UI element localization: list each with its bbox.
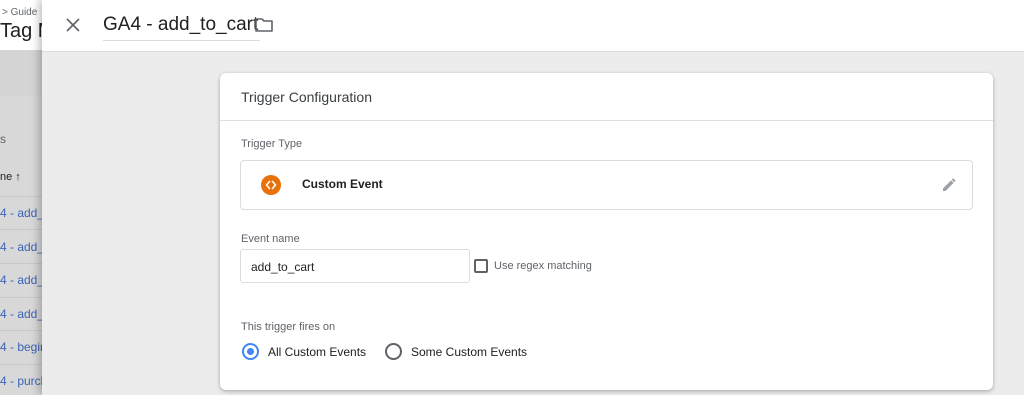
table-row[interactable]: 4 - begin	[0, 340, 42, 354]
trigger-type-selector[interactable]: Custom Event	[240, 160, 973, 210]
section-label: s	[0, 132, 6, 146]
card-title: Trigger Configuration	[241, 89, 372, 105]
breadcrumb[interactable]: > Guide	[2, 7, 37, 18]
close-icon	[66, 18, 80, 32]
table-row[interactable]: 4 - add_t	[0, 273, 42, 287]
custom-event-icon	[261, 175, 281, 195]
pencil-icon	[943, 178, 956, 191]
trigger-name-field[interactable]: GA4 - add_to_cart	[103, 14, 261, 41]
editor-header: GA4 - add_to_cart	[42, 0, 1024, 52]
row-divider	[0, 196, 42, 197]
folder-button[interactable]	[254, 16, 274, 34]
row-divider	[0, 330, 42, 331]
fires-on-label: This trigger fires on	[241, 321, 336, 333]
regex-checkbox[interactable]	[474, 259, 488, 273]
table-row[interactable]: 4 - purch	[0, 374, 42, 388]
row-divider	[0, 263, 42, 264]
table-row[interactable]: 4 - add_s	[0, 240, 42, 254]
radio-all-custom-events-label[interactable]: All Custom Events	[268, 345, 366, 359]
trigger-type-label: Trigger Type	[241, 138, 303, 150]
row-divider	[0, 297, 42, 298]
radio-all-custom-events[interactable]	[242, 343, 259, 360]
column-header-name[interactable]: ne ↑	[0, 171, 21, 183]
trigger-type-name: Custom Event	[302, 177, 383, 191]
radio-some-custom-events[interactable]	[385, 343, 402, 360]
edit-trigger-type-button[interactable]	[940, 176, 958, 194]
trigger-configuration-card: Trigger Configuration Trigger Type Custo…	[220, 73, 993, 390]
table-row[interactable]: 4 - add_t	[0, 307, 42, 321]
row-divider	[0, 364, 42, 365]
trigger-editor-overlay: GA4 - add_to_cart Trigger Configuration …	[42, 0, 1024, 395]
divider	[220, 120, 993, 121]
event-name-input[interactable]: add_to_cart	[240, 249, 470, 283]
regex-label: Use regex matching	[494, 260, 592, 272]
event-name-label: Event name	[241, 233, 300, 245]
toolbar-band	[0, 50, 42, 96]
background-page: > Guide Tag M s ne ↑ 4 - add_p 4 - add_s…	[0, 0, 42, 395]
row-divider	[0, 229, 42, 230]
close-button[interactable]	[62, 14, 84, 36]
folder-icon	[255, 18, 273, 32]
radio-some-custom-events-label[interactable]: Some Custom Events	[411, 345, 527, 359]
page-title: Tag M	[0, 20, 42, 42]
table-row[interactable]: 4 - add_p	[0, 206, 42, 220]
